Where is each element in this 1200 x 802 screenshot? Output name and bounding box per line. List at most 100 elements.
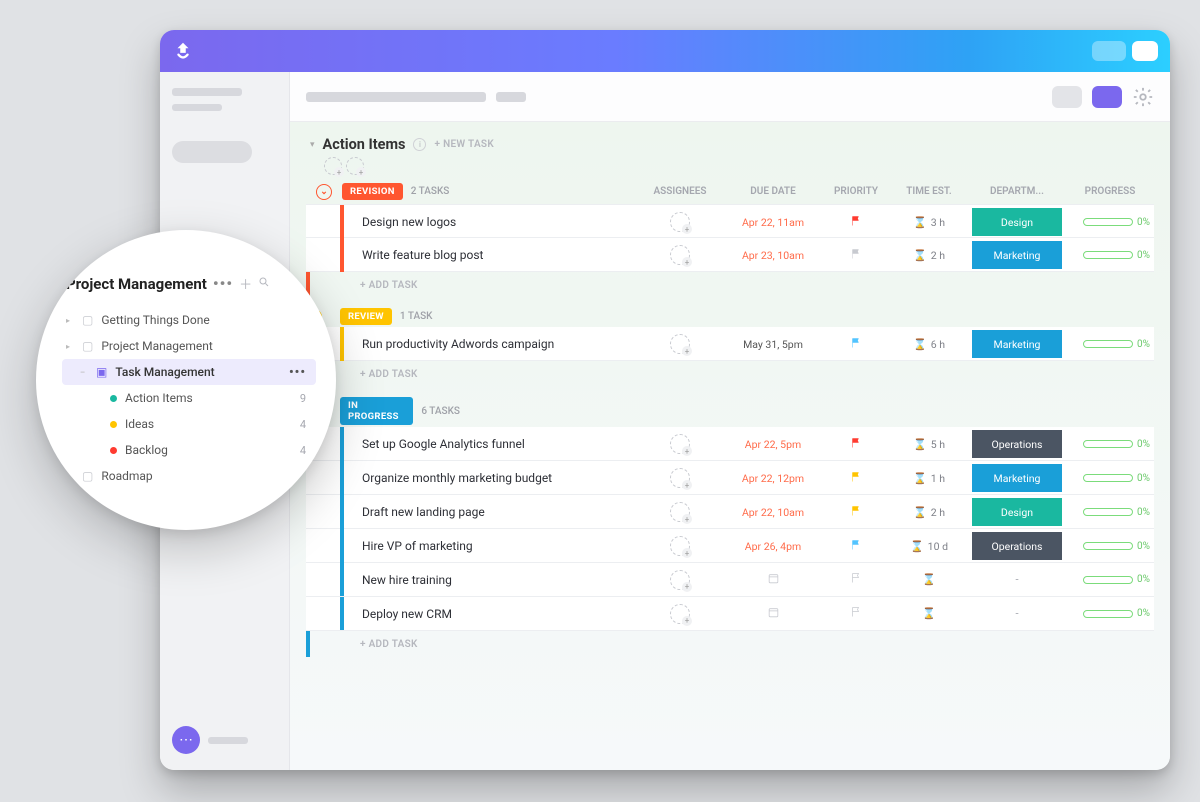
more-icon[interactable]: ••• (213, 274, 233, 293)
department-cell[interactable]: Operations (972, 427, 1062, 461)
task-row[interactable]: Write feature blog post Apr 23, 10am ⌛2 … (306, 238, 1154, 272)
task-name[interactable]: Set up Google Analytics funnel (352, 437, 632, 451)
assignee-add-icon[interactable] (670, 502, 690, 522)
task-row[interactable]: Run productivity Adwords campaign May 31… (306, 327, 1154, 361)
department-cell[interactable]: Design (972, 205, 1062, 239)
task-name[interactable]: Hire VP of marketing (352, 539, 632, 553)
time-estimate[interactable]: ⌛3 h (894, 216, 964, 229)
progress-cell[interactable]: 0% (1070, 217, 1150, 228)
due-date[interactable]: May 31, 5pm (728, 338, 818, 351)
task-name[interactable]: Write feature blog post (352, 248, 632, 262)
assignee-add-icon[interactable] (670, 212, 690, 232)
time-estimate[interactable]: ⌛1 h (894, 472, 964, 485)
assignee-cell[interactable] (640, 570, 720, 590)
add-task-button[interactable]: + ADD TASK (306, 631, 1154, 657)
task-row[interactable]: Hire VP of marketing Apr 26, 4pm ⌛10 d O… (306, 529, 1154, 563)
new-task-button[interactable]: + NEW TASK (434, 139, 494, 150)
priority-empty[interactable] (826, 606, 886, 621)
assignee-cell[interactable] (640, 502, 720, 522)
assignee-add-icon[interactable] (670, 245, 690, 265)
sidebar-search-skeleton[interactable] (172, 141, 252, 163)
priority-flag[interactable] (826, 471, 886, 486)
task-row[interactable]: Draft new landing page Apr 22, 10am ⌛2 h… (306, 495, 1154, 529)
department-empty[interactable]: - (972, 573, 1062, 586)
collapse-icon[interactable]: ⌄ (316, 184, 332, 200)
due-date[interactable]: Apr 22, 5pm (728, 438, 818, 451)
calendar-icon[interactable] (767, 606, 780, 619)
sidebar-item[interactable]: ▸▢Roadmap (62, 463, 316, 489)
priority-flag[interactable] (826, 337, 886, 352)
progress-cell[interactable]: 0% (1070, 574, 1150, 585)
header-control-2[interactable] (1132, 41, 1158, 61)
due-date[interactable]: Apr 26, 4pm (728, 540, 818, 553)
search-icon[interactable] (258, 276, 270, 292)
due-date[interactable]: Apr 22, 10am (728, 506, 818, 519)
department-cell[interactable]: Marketing (972, 327, 1062, 361)
task-row[interactable]: New hire training ⌛ - 0% (306, 563, 1154, 597)
time-estimate[interactable]: ⌛2 h (894, 506, 964, 519)
priority-flag[interactable] (826, 215, 886, 230)
priority-flag[interactable] (826, 539, 886, 554)
time-estimate-empty[interactable]: ⌛ (894, 573, 964, 586)
sidebar-item[interactable]: Ideas4 (62, 411, 316, 437)
filter-avatar-2[interactable] (346, 157, 364, 175)
task-row[interactable]: Design new logos Apr 22, 11am ⌛3 h Desig… (306, 204, 1154, 238)
assignee-add-icon[interactable] (670, 334, 690, 354)
chat-button[interactable]: ⋯ (172, 726, 200, 754)
assignee-cell[interactable] (640, 334, 720, 354)
add-task-button[interactable]: + ADD TASK (306, 272, 1154, 298)
progress-cell[interactable]: 0% (1070, 250, 1150, 261)
time-estimate[interactable]: ⌛5 h (894, 438, 964, 451)
time-estimate[interactable]: ⌛10 d (894, 540, 964, 553)
sidebar-item[interactable]: ▸▢Getting Things Done (62, 307, 316, 333)
department-empty[interactable]: - (972, 607, 1062, 620)
assignee-add-icon[interactable] (670, 468, 690, 488)
sidebar-item[interactable]: ▸▢Project Management (62, 333, 316, 359)
progress-cell[interactable]: 0% (1070, 541, 1150, 552)
view-toggle-1[interactable] (1052, 86, 1082, 108)
sidebar-item[interactable]: –▣Task Management••• (62, 359, 316, 385)
department-cell[interactable]: Marketing (972, 238, 1062, 272)
assignee-add-icon[interactable] (670, 434, 690, 454)
progress-cell[interactable]: 0% (1070, 608, 1150, 619)
task-name[interactable]: Draft new landing page (352, 505, 632, 519)
priority-flag[interactable] (826, 437, 886, 452)
time-estimate-empty[interactable]: ⌛ (894, 607, 964, 620)
task-name[interactable]: Design new logos (352, 215, 632, 229)
time-estimate[interactable]: ⌛6 h (894, 338, 964, 351)
progress-cell[interactable]: 0% (1070, 507, 1150, 518)
progress-cell[interactable]: 0% (1070, 439, 1150, 450)
view-toggle-2[interactable] (1092, 86, 1122, 108)
progress-cell[interactable]: 0% (1070, 339, 1150, 350)
progress-cell[interactable]: 0% (1070, 473, 1150, 484)
due-date-empty[interactable] (728, 572, 818, 588)
status-chip[interactable]: REVISION (342, 183, 403, 200)
due-date[interactable]: Apr 23, 10am (728, 249, 818, 262)
priority-flag[interactable] (826, 248, 886, 263)
task-name[interactable]: Run productivity Adwords campaign (352, 337, 632, 351)
task-row[interactable]: Organize monthly marketing budget Apr 22… (306, 461, 1154, 495)
assignee-cell[interactable] (640, 468, 720, 488)
sidebar-item[interactable]: Backlog4 (62, 437, 316, 463)
info-icon[interactable]: i (413, 138, 426, 151)
add-task-button[interactable]: + ADD TASK (306, 361, 1154, 387)
filter-avatar-1[interactable] (324, 157, 342, 175)
gear-icon[interactable] (1132, 86, 1154, 108)
due-date[interactable]: Apr 22, 12pm (728, 472, 818, 485)
task-name[interactable]: New hire training (352, 573, 632, 587)
time-estimate[interactable]: ⌛2 h (894, 249, 964, 262)
task-name[interactable]: Deploy new CRM (352, 607, 632, 621)
assignee-cell[interactable] (640, 604, 720, 624)
assignee-add-icon[interactable] (670, 604, 690, 624)
task-name[interactable]: Organize monthly marketing budget (352, 471, 632, 485)
status-chip[interactable]: REVIEW (340, 308, 392, 325)
priority-empty[interactable] (826, 572, 886, 587)
assignee-cell[interactable] (640, 245, 720, 265)
assignee-add-icon[interactable] (670, 570, 690, 590)
caret-down-icon[interactable]: ▾ (310, 140, 315, 150)
assignee-add-icon[interactable] (670, 536, 690, 556)
status-chip[interactable]: IN PROGRESS (340, 397, 413, 425)
header-control-1[interactable] (1092, 41, 1126, 61)
priority-flag[interactable] (826, 505, 886, 520)
more-icon[interactable]: ••• (289, 365, 306, 380)
